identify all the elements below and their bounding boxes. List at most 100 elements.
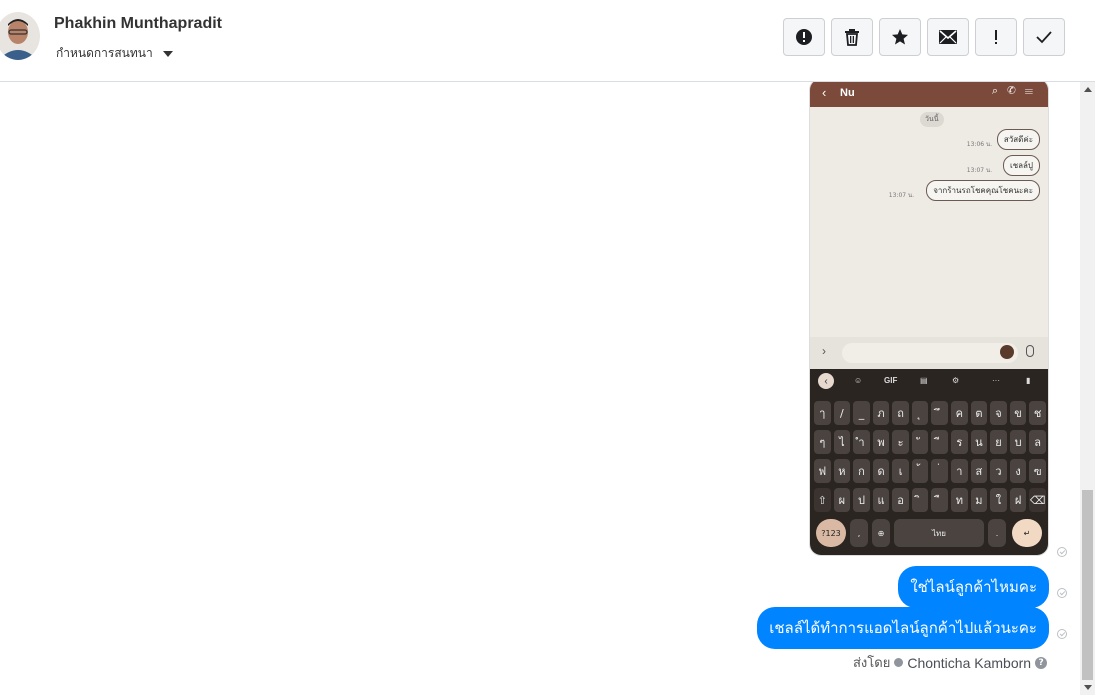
line-message-field xyxy=(842,343,1018,363)
seen-check-icon xyxy=(1057,588,1067,598)
help-icon[interactable]: ? xyxy=(1035,656,1048,669)
verified-icon xyxy=(894,658,904,667)
alert-circle-icon xyxy=(795,28,813,46)
keyboard-key: ต xyxy=(970,401,988,425)
keyboard-key: ้ xyxy=(911,459,929,483)
keyboard-key: ุ xyxy=(911,401,929,425)
conversation-header: Phakhin Munthapradit กำหนดการสนทนา xyxy=(0,0,1095,82)
message-bubble[interactable]: ใช่ไลน์ลูกค้าไหมคะ xyxy=(898,566,1049,608)
keyboard-key: ๅ xyxy=(814,401,831,425)
line-time: 13:07 น. xyxy=(966,167,992,174)
keyboard-key: ย xyxy=(990,430,1007,454)
comma-key: , xyxy=(850,519,868,547)
keyboard-key: ร xyxy=(951,430,968,454)
keyboard-key: า xyxy=(951,459,968,483)
keyboard-row-2: ๆไำพะัีรนยบล xyxy=(814,430,1046,454)
enter-key: ↵ xyxy=(1012,519,1042,547)
star-icon xyxy=(891,28,909,46)
keyboard-key: พ xyxy=(872,430,890,454)
keyboard-key: ท xyxy=(951,488,968,512)
important-button[interactable] xyxy=(975,18,1017,56)
keyboard-row-1: ๅ/_ภถุึคตจขช xyxy=(814,401,1046,425)
clipboard-icon: ▤ xyxy=(920,376,928,385)
keyboard-toolbar: ‹ ☺ GIF ▤ ⚙ ··· ▮ xyxy=(810,369,1048,393)
more-icon: ··· xyxy=(992,376,1000,385)
back-arrow-icon: ‹ xyxy=(822,85,827,100)
chevron-down-icon xyxy=(162,50,173,57)
globe-icon: ⊕ xyxy=(872,519,890,547)
line-time: 13:06 น. xyxy=(966,141,992,148)
space-key: ไทย xyxy=(894,519,984,547)
keyboard-key: ว xyxy=(990,459,1007,483)
period-key: . xyxy=(988,519,1006,547)
line-header-icons: ⌕✆☰ xyxy=(991,85,1042,97)
keyboard-key: ี xyxy=(931,430,949,454)
keyboard-key: อ xyxy=(892,488,909,512)
star-button[interactable] xyxy=(879,18,921,56)
attached-image[interactable]: ‹ Nu ⌕✆☰ วันนี้ สวัสดีค่ะ 13:06 น. เชลล์… xyxy=(809,82,1049,556)
conversation-settings-dropdown[interactable]: กำหนดการสนทนา xyxy=(56,44,173,63)
keyboard-key: จ xyxy=(990,401,1007,425)
exclamation-icon xyxy=(993,29,999,45)
keyboard-row-4: ⇧ผปแอิืทมใฝ⌫ xyxy=(814,488,1046,512)
keyboard-key: แ xyxy=(872,488,890,512)
scroll-up-icon[interactable] xyxy=(1084,87,1092,92)
conversation-settings-label: กำหนดการสนทนา xyxy=(56,46,153,60)
keyboard-key: ่ xyxy=(931,459,949,483)
keyboard-key: ล xyxy=(1029,430,1046,454)
keyboard-key: ภ xyxy=(872,401,890,425)
line-time: 13:07 น. xyxy=(888,192,914,199)
agent-name: Chonticha Kamborn xyxy=(907,654,1032,671)
check-icon xyxy=(1036,30,1052,44)
keyboard-key: ง xyxy=(1009,459,1027,483)
keyboard-key: ื xyxy=(931,488,949,512)
microphone-icon xyxy=(1026,345,1034,357)
gif-label: GIF xyxy=(884,376,898,385)
sticker-icon: ☺ xyxy=(854,376,863,385)
gear-icon: ⚙ xyxy=(952,376,960,385)
spam-button[interactable] xyxy=(783,18,825,56)
line-chat-header: ‹ Nu ⌕✆☰ xyxy=(810,82,1048,107)
chevron-right-icon: › xyxy=(822,344,826,358)
conversation-toolbar xyxy=(783,18,1065,56)
mark-unread-button[interactable] xyxy=(927,18,969,56)
keyboard-key: ม xyxy=(970,488,988,512)
envelope-icon xyxy=(939,30,957,44)
contact-name: Phakhin Munthapradit xyxy=(54,15,222,32)
keyboard-key: ิ xyxy=(911,488,929,512)
line-bubble: เชลล์ปู xyxy=(1002,155,1040,176)
seen-check-icon xyxy=(1057,629,1067,639)
line-bubble: สวัสดีค่ะ xyxy=(996,129,1040,150)
keyboard-key: ค xyxy=(951,401,968,425)
keyboard-key: ำ xyxy=(853,430,870,454)
keyboard-key: ฃ xyxy=(1029,459,1046,483)
keyboard-key: _ xyxy=(853,401,870,425)
keyboard-key: ผ xyxy=(833,488,851,512)
keyboard-bottom-row: ?123 , ⊕ ไทย . ↵ xyxy=(814,519,1046,547)
sent-by-line: ส่งโดย Chonticha Kamborn ? xyxy=(853,652,1048,673)
avatar[interactable] xyxy=(0,12,40,60)
keyboard-key: ด xyxy=(872,459,890,483)
sticker-icon xyxy=(1000,345,1014,359)
mode-key: ?123 xyxy=(816,519,846,547)
line-input-bar: › xyxy=(810,337,1048,369)
keyboard-key: ั xyxy=(911,430,929,454)
sent-by-label: ส่งโดย xyxy=(853,656,891,671)
keyboard-key: ไ xyxy=(833,430,851,454)
keyboard-row-3: ฟหกดเ้่าสวงฃ xyxy=(814,459,1046,483)
scroll-down-icon[interactable] xyxy=(1084,685,1092,690)
microphone-icon: ▮ xyxy=(1026,376,1031,385)
done-button[interactable] xyxy=(1023,18,1065,56)
chat-thread[interactable]: ‹ Nu ⌕✆☰ วันนี้ สวัสดีค่ะ 13:06 น. เชลล์… xyxy=(0,82,1080,695)
line-day-label: วันนี้ xyxy=(920,112,944,127)
message-bubble[interactable]: เชลล์ได้ทำการแอดไลน์ลูกค้าไปแล้วนะคะ xyxy=(757,607,1049,649)
keyboard-key: ข xyxy=(1009,401,1027,425)
keyboard-key: ⌫ xyxy=(1029,488,1046,512)
delete-button[interactable] xyxy=(831,18,873,56)
keyboard-key: ⇧ xyxy=(814,488,831,512)
scrollbar-thumb[interactable] xyxy=(1082,490,1093,680)
keyboard-key: ป xyxy=(853,488,870,512)
seen-check-icon xyxy=(1057,547,1067,557)
keyboard-key: ะ xyxy=(892,430,909,454)
chat-scrollbar[interactable] xyxy=(1080,82,1095,695)
